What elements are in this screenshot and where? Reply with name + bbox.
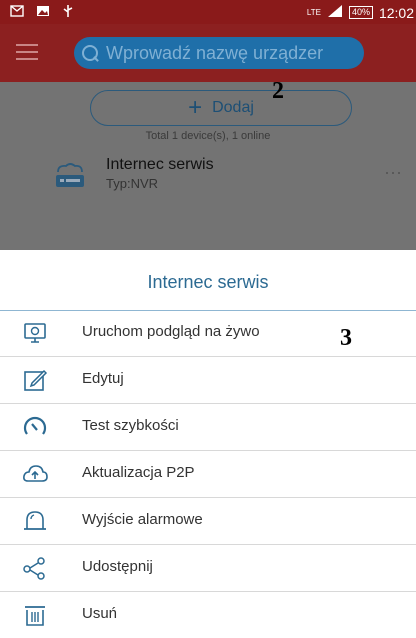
search-input[interactable]: Wprowadź nazwę urządzer xyxy=(74,37,364,69)
action-menu: Uruchom podgląd na żywo Edytuj Test szyb… xyxy=(0,310,416,638)
share-icon xyxy=(22,555,48,581)
signal-icon xyxy=(327,4,343,21)
device-name: Internec serwis xyxy=(106,156,214,173)
annotation-marker-3: 3 xyxy=(340,325,352,351)
usb-icon xyxy=(62,4,74,21)
status-bar: LTE 40% 12:02 xyxy=(0,0,416,24)
app-header: Wprowadź nazwę urządzer xyxy=(0,24,416,82)
search-icon xyxy=(82,45,98,61)
menu-item-label: Aktualizacja P2P xyxy=(82,464,195,481)
trash-icon xyxy=(22,602,48,628)
search-placeholder: Wprowadź nazwę urządzer xyxy=(106,42,324,63)
menu-item-speed-test[interactable]: Test szybkości xyxy=(0,404,416,451)
menu-item-p2p-update[interactable]: Aktualizacja P2P xyxy=(0,451,416,498)
image-icon xyxy=(36,4,50,21)
menu-item-label: Uruchom podgląd na żywo xyxy=(82,323,260,340)
plus-icon: + xyxy=(188,94,203,121)
menu-item-label: Udostępnij xyxy=(82,558,153,575)
device-type: Typ:NVR xyxy=(106,176,159,191)
device-count-text: Total 1 device(s), 1 online xyxy=(145,130,271,142)
hamburger-menu-icon[interactable] xyxy=(16,44,38,60)
menu-item-delete[interactable]: Usuń xyxy=(0,592,416,638)
battery-indicator: 40% xyxy=(348,6,373,19)
menu-item-label: Usuń xyxy=(82,605,118,622)
mail-icon xyxy=(10,4,24,21)
clock: 12:02 xyxy=(378,4,414,21)
menu-item-label: Test szybkości xyxy=(82,417,179,434)
lte-label: LTE xyxy=(306,8,321,17)
annotation-marker-2: 2 xyxy=(272,78,284,104)
add-device-button[interactable]: + Dodaj xyxy=(90,90,352,126)
menu-item-label: Wyjście alarmowe xyxy=(82,511,203,528)
device-list-panel: + Dodaj Total 1 device(s), 1 online Inte… xyxy=(0,82,416,250)
device-row[interactable]: Internec serwis Typ:NVR ··· xyxy=(0,150,416,200)
menu-item-share[interactable]: Udostępnij xyxy=(0,545,416,592)
menu-item-alarm-output[interactable]: Wyjście alarmowe xyxy=(0,498,416,545)
more-options-icon[interactable]: ··· xyxy=(384,162,402,183)
monitor-icon xyxy=(22,320,48,346)
cloud-upload-icon xyxy=(22,461,48,487)
sheet-title: Internec serwis xyxy=(0,250,416,311)
menu-item-live-view[interactable]: Uruchom podgląd na żywo xyxy=(0,310,416,357)
add-button-label: Dodaj xyxy=(212,99,254,116)
sheet-title-text: Internec serwis xyxy=(147,272,269,292)
edit-icon xyxy=(22,367,48,393)
nvr-cloud-icon xyxy=(52,162,88,190)
menu-item-label: Edytuj xyxy=(82,370,124,387)
alarm-icon xyxy=(22,508,48,534)
speedometer-icon xyxy=(22,414,48,440)
menu-item-edit[interactable]: Edytuj xyxy=(0,357,416,404)
device-action-sheet: Internec serwis Uruchom podgląd na żywo … xyxy=(0,250,416,632)
